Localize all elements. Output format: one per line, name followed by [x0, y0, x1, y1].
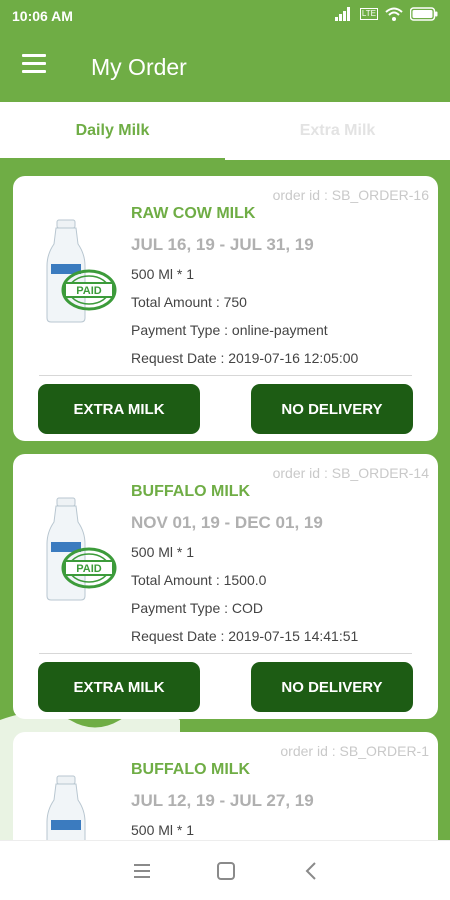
order-id: order id : SB_ORDER-1 [280, 743, 429, 759]
status-bar: 10:06 AM LTE [0, 0, 450, 32]
app-bar: My Order [0, 32, 450, 102]
extra-milk-button[interactable]: EXTRA MILK [38, 384, 200, 434]
milk-bottle-paid-icon: PAID [46, 497, 117, 601]
tab-daily-milk[interactable]: Daily Milk [0, 102, 225, 160]
no-delivery-button[interactable]: NO DELIVERY [251, 662, 413, 712]
date-range: NOV 01, 19 - DEC 01, 19 [131, 513, 323, 532]
total-amount: Total Amount : 1500.0 [131, 572, 267, 588]
order-card: order id : SB_ORDER-16 PAID RAW COW MILK… [13, 176, 438, 441]
wifi-icon [385, 7, 403, 21]
product-name: BUFFALO MILK [131, 761, 251, 778]
back-icon[interactable] [300, 859, 324, 883]
date-range: JUL 12, 19 - JUL 27, 19 [131, 791, 314, 810]
request-date: Request Date : 2019-07-16 12:05:00 [131, 350, 359, 366]
paid-stamp-text: PAID [76, 285, 102, 297]
paid-stamp-text: PAID [76, 563, 102, 575]
extra-milk-button[interactable]: EXTRA MILK [38, 662, 200, 712]
battery-icon [410, 7, 438, 21]
status-time: 10:06 AM [12, 8, 73, 24]
no-delivery-button[interactable]: NO DELIVERY [251, 384, 413, 434]
system-nav-bar [0, 840, 450, 900]
signal-icon [334, 7, 350, 21]
product-name: BUFFALO MILK [131, 483, 251, 500]
divider [39, 653, 412, 654]
page-title: My Order [91, 54, 187, 80]
recent-apps-icon[interactable] [130, 859, 154, 883]
date-range: JUL 16, 19 - JUL 31, 19 [131, 235, 314, 254]
quantity: 500 Ml * 1 [131, 822, 195, 838]
tab-bar: Daily Milk Extra Milk [0, 102, 450, 162]
payment-type: Payment Type : online-payment [131, 322, 328, 338]
request-date: Request Date : 2019-07-15 14:41:51 [131, 628, 359, 644]
order-card: order id : SB_ORDER-1 BUFFALO MILK JUL 1… [13, 732, 438, 840]
milk-bottle-paid-icon: PAID [46, 219, 117, 323]
order-id: order id : SB_ORDER-14 [272, 465, 429, 481]
quantity: 500 Ml * 1 [131, 266, 195, 282]
status-icons: LTE [334, 7, 438, 21]
quantity: 500 Ml * 1 [131, 544, 195, 560]
order-id: order id : SB_ORDER-16 [272, 187, 429, 203]
milk-bottle-icon [46, 775, 86, 840]
hamburger-menu-icon[interactable] [22, 54, 48, 78]
order-list[interactable]: order id : SB_ORDER-16 PAID RAW COW MILK… [0, 160, 450, 840]
home-icon[interactable] [214, 859, 238, 883]
tab-extra-milk[interactable]: Extra Milk [225, 102, 450, 160]
lte-icon: LTE [359, 8, 378, 20]
product-name: RAW COW MILK [131, 205, 256, 222]
order-card: order id : SB_ORDER-14 PAID BUFFALO MILK… [13, 454, 438, 719]
total-amount: Total Amount : 750 [131, 294, 247, 310]
payment-type: Payment Type : COD [131, 600, 264, 616]
divider [39, 375, 412, 376]
